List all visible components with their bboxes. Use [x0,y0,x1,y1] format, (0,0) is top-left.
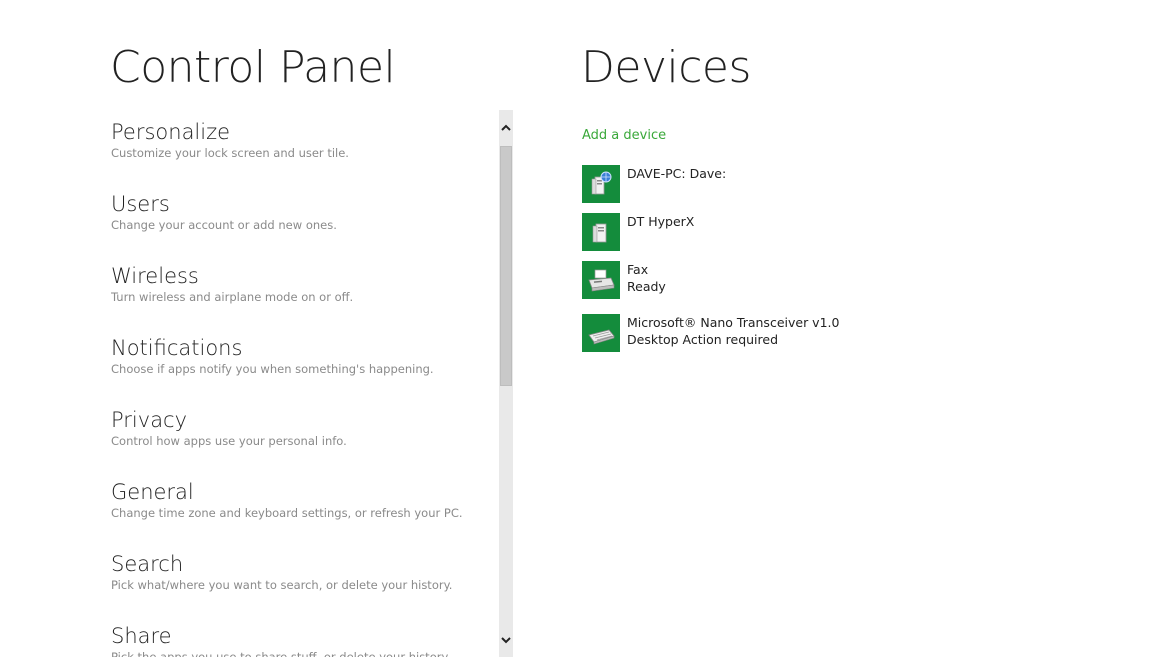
device-tile [582,314,620,352]
scroll-down-button[interactable] [499,623,513,657]
devices-title: Devices [581,42,751,93]
cp-item-label: Notifications [111,336,243,360]
cp-item-users[interactable]: Users Change your account or add new one… [111,182,491,254]
cp-item-label: Users [111,192,170,216]
device-status: Ready [627,279,666,294]
cp-item-label: Share [111,624,172,648]
cp-item-description: Customize your lock screen and user tile… [111,146,349,160]
device-tile [582,213,620,251]
computer-network-icon [591,171,612,195]
device-tile [582,261,620,299]
device-text: DAVE-PC: Dave: [627,165,726,182]
control-panel-title: Control Panel [110,42,396,93]
device-name: DAVE-PC: Dave: [627,166,727,181]
device-item[interactable]: Fax Ready [582,261,666,299]
cp-item-share[interactable]: Share Pick the apps you use to share stu… [111,614,491,657]
cp-item-notifications[interactable]: Notifications Choose if apps notify you … [111,326,491,398]
device-text: Fax Ready [627,261,666,295]
settings-page: Control Panel Personalize Customize your… [0,0,1169,657]
device-item[interactable]: DAVE-PC: Dave: [582,165,726,203]
cp-item-description: Pick the apps you use to share stuff, or… [111,650,451,657]
device-name: Microsoft® Nano Transceiver v1.0 [627,315,840,330]
fax-printer-icon [588,269,615,292]
cp-item-label: Privacy [111,408,188,432]
device-text: DT HyperX [627,213,694,230]
cp-item-description: Choose if apps notify you when something… [111,362,434,376]
cp-item-personalize[interactable]: Personalize Customize your lock screen a… [111,110,491,182]
chevron-down-icon [501,636,511,643]
device-item[interactable]: Microsoft® Nano Transceiver v1.0 Desktop… [582,314,839,352]
device-item[interactable]: DT HyperX [582,213,694,251]
device-tile [582,165,620,203]
add-device-link[interactable]: Add a device [582,128,666,143]
cp-item-description: Change time zone and keyboard settings, … [111,506,463,520]
cp-item-search[interactable]: Search Pick what/where you want to searc… [111,542,491,614]
cp-item-general[interactable]: General Change time zone and keyboard se… [111,470,491,542]
cp-item-description: Pick what/where you want to search, or d… [111,578,453,592]
cp-item-description: Change your account or add new ones. [111,218,337,232]
scroll-thumb[interactable] [500,146,512,386]
keyboard-icon [588,329,615,345]
chevron-up-icon [501,124,511,131]
cp-item-label: Search [111,552,184,576]
cp-item-label: General [111,480,194,504]
cp-item-description: Control how apps use your personal info. [111,434,347,448]
cp-item-label: Wireless [111,264,199,288]
scrollbar[interactable] [499,110,513,657]
cp-item-privacy[interactable]: Privacy Control how apps use your person… [111,398,491,470]
device-name: Fax [627,262,649,277]
scroll-up-button[interactable] [499,110,513,144]
device-name: DT HyperX [627,214,695,229]
control-panel-list: Personalize Customize your lock screen a… [111,110,491,657]
cp-item-description: Turn wireless and airplane mode on or of… [111,290,354,304]
cp-item-wireless[interactable]: Wireless Turn wireless and airplane mode… [111,254,491,326]
device-status: Desktop Action required [627,332,779,347]
cp-item-label: Personalize [111,120,231,144]
usb-drive-icon [592,223,607,243]
device-text: Microsoft® Nano Transceiver v1.0 Desktop… [627,314,839,348]
